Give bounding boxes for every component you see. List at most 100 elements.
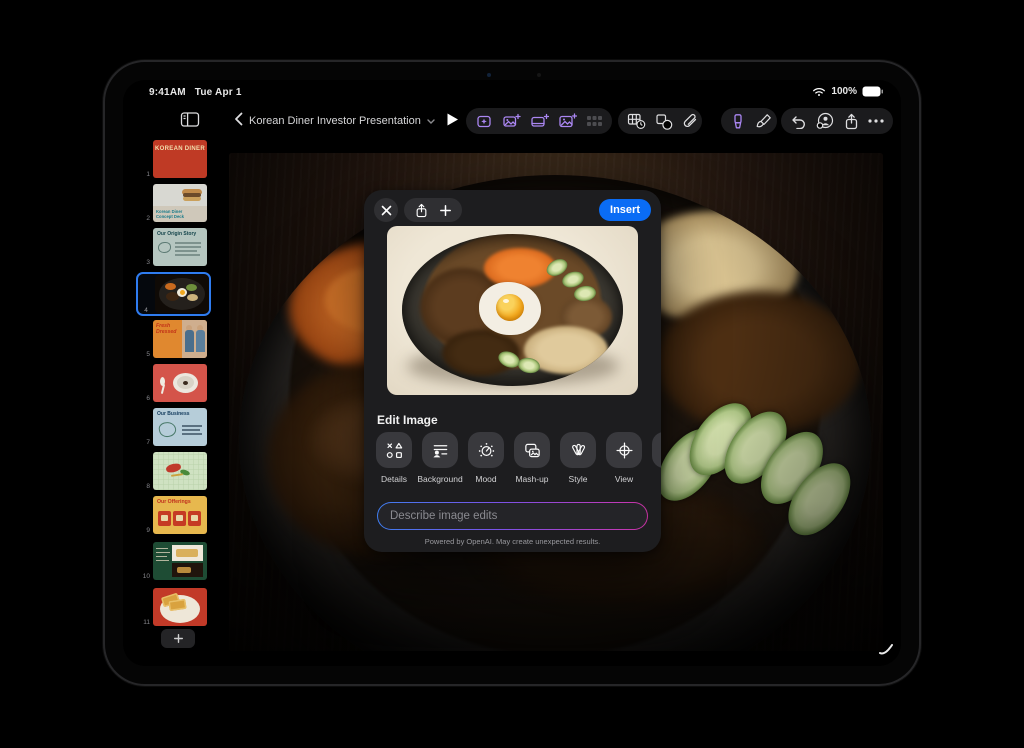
tool-label: View [601,474,647,484]
yolk-highlight [503,299,509,303]
slide-row-1: 1 KOREAN DINER [123,140,229,178]
slide-number: 9 [123,527,150,534]
slide-row-5: 5 Fresh Dressed [123,320,229,358]
ai-box-spark-icon[interactable] [475,110,493,132]
slide-thumbnail-2[interactable]: Korean Diner Concept Deck [153,184,207,222]
tool-mashup[interactable]: Mash-up [509,432,555,484]
mashup-icon[interactable] [514,432,550,468]
slide-row-3: 3 Our Origin Story [123,228,229,266]
slide-row-9: 9 Our Offerings [123,496,229,534]
play-icon[interactable] [441,108,463,130]
menu-photo [172,563,203,577]
edit-image-section-title: Edit Image [377,413,438,427]
slide-number: 2 [123,215,150,222]
tool-clipped[interactable]: A [647,432,661,484]
sidebar-toggle-icon[interactable] [179,108,201,130]
offer-card [188,511,201,526]
mood-icon[interactable] [468,432,504,468]
slide-thumbnail-8[interactable] [153,452,207,490]
tool-mood[interactable]: Mood [463,432,509,484]
view-icon[interactable] [606,432,642,468]
shapes-icon[interactable] [655,110,673,132]
tool-style[interactable]: Style [555,432,601,484]
slide-1-title: KOREAN DINER [153,146,207,153]
slide-thumbnail-4-selected[interactable] [155,275,209,313]
plate-art [173,373,198,393]
toolbar-group-markup [721,108,777,134]
plus-icon [174,634,183,643]
generated-image-preview[interactable] [387,226,638,395]
panel-actions-pill [404,198,462,222]
more-ellipsis-icon[interactable] [868,110,884,132]
background-icon[interactable] [422,432,458,468]
tool-background[interactable]: Background [417,432,463,484]
slide-thumbnail-7[interactable]: Our Business [153,408,207,446]
slide-thumbnail-11[interactable] [153,588,207,626]
document-title[interactable]: Korean Diner Investor Presentation [249,108,435,134]
add-icon[interactable] [440,205,451,216]
tool-view[interactable]: View [601,432,647,484]
toolbar-group-insert [618,108,702,134]
share-icon[interactable] [843,110,859,132]
text-line [156,556,167,557]
slide-9-title: Our Offerings [157,499,191,505]
slide-2-title: Korean Diner Concept Deck [156,209,188,219]
close-icon[interactable] [374,198,398,222]
collaborate-icon[interactable] [816,110,834,132]
text-line [182,429,200,431]
slide-7-title: Our Business [157,411,190,417]
tool-details[interactable]: Details [371,432,417,484]
tool-label: Details [371,474,417,484]
text-line [156,552,170,553]
back-chevron-icon[interactable] [227,108,249,130]
photo-art [182,320,207,358]
slide-number: 6 [123,395,150,402]
slide-row-7: 7 Our Business [123,408,229,446]
marker-icon[interactable] [730,110,746,132]
document-title-text: Korean Diner Investor Presentation [249,115,421,127]
front-camera [487,73,491,77]
offer-card [173,511,186,526]
ai-image-add-icon[interactable] [502,110,521,132]
edit-prompt-input[interactable] [378,503,647,529]
slide-thumbnail-6[interactable] [153,364,207,402]
screenshot-stage: 9:41AM Tue Apr 1 100% [0,0,1024,748]
slide-5-title: Fresh Dressed [156,324,182,336]
blob [187,294,198,301]
style-icon[interactable] [560,432,596,468]
add-slide-button[interactable] [161,629,195,648]
insert-button[interactable]: Insert [599,199,651,221]
text-line [175,246,201,248]
brush-icon[interactable] [755,110,772,132]
ai-photo-add-icon[interactable] [558,110,577,132]
tool-label: Style [555,474,601,484]
camera-sensor [537,73,541,77]
slide-thumbnail-10[interactable] [153,542,207,580]
ai-slide-add-icon[interactable] [530,110,549,132]
tool-label: Mash-up [509,474,555,484]
slide-thumbnail-5[interactable]: Fresh Dressed [153,320,207,358]
slide-number: 4 [140,307,152,314]
battery-icon [862,86,883,97]
text-line [156,560,169,561]
status-date: Tue Apr 1 [195,87,242,98]
blob [165,283,176,290]
undo-icon[interactable] [790,110,807,132]
selected-slide-wrapper[interactable]: 4 [136,272,211,316]
fried-egg-art [479,282,541,335]
slide-row-11: 11 [123,588,229,626]
tool-label: A [647,474,661,484]
slide-row-6: 6 [123,364,229,402]
slide-thumbnail-1[interactable]: KOREAN DINER [153,140,207,178]
paperclip-icon[interactable] [682,110,698,132]
slide-row-8: 8 [123,452,229,490]
clipped-tool-icon[interactable] [652,432,661,468]
chart-clock-icon[interactable] [627,110,646,132]
export-icon[interactable] [415,203,428,218]
details-icon[interactable] [376,432,412,468]
food-art [171,473,183,477]
slide-thumbnail-3[interactable]: Our Origin Story [153,228,207,266]
wifi-icon [812,86,826,97]
slide-thumbnail-9[interactable]: Our Offerings [153,496,207,534]
toolbar-group-ai-insert [466,108,612,134]
